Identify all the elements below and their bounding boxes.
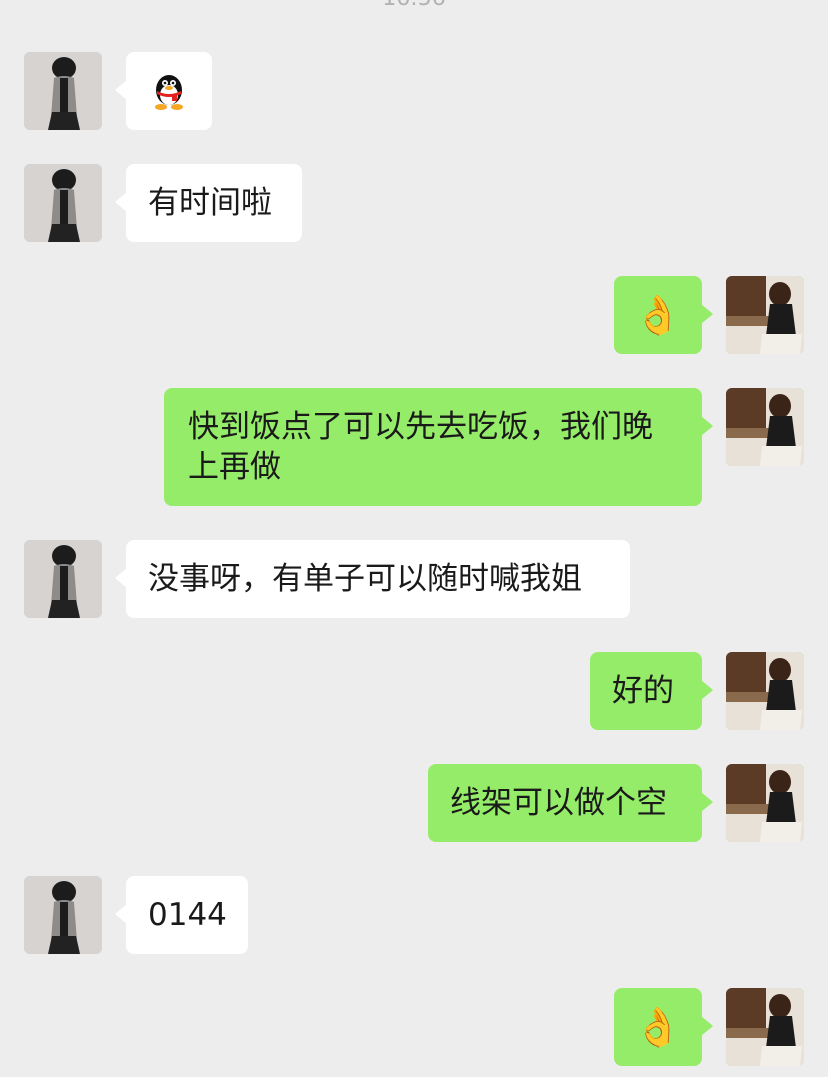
my-avatar[interactable] xyxy=(726,764,804,842)
my-avatar[interactable] xyxy=(726,652,804,730)
message-bubble[interactable]: 👌 xyxy=(614,276,713,354)
message-bubble[interactable]: 有时间啦 xyxy=(115,164,302,242)
message-text: 有时间啦 xyxy=(148,185,272,221)
message-bubble[interactable]: 👌 xyxy=(614,988,713,1066)
chat-timestamp: 16:56 xyxy=(0,0,828,11)
ok-hand-icon: 👌 xyxy=(634,1005,682,1049)
message-text: 0144 xyxy=(148,897,227,933)
qq-penguin-icon xyxy=(155,75,183,110)
my-avatar[interactable] xyxy=(726,276,804,354)
my-avatar[interactable] xyxy=(726,988,804,1066)
contact-avatar[interactable] xyxy=(24,540,102,618)
message-bubble[interactable]: 好的 xyxy=(590,652,713,730)
ok-hand-icon: 👌 xyxy=(634,293,682,337)
message-text: 线架可以做个空 xyxy=(450,785,667,821)
message-bubble[interactable]: 快到饭点了可以先去吃饭，我们晚上再做 xyxy=(164,388,713,506)
message-text: 好的 xyxy=(612,673,674,709)
contact-avatar[interactable] xyxy=(24,52,102,130)
message-bubble[interactable]: 没事呀，有单子可以随时喊我姐 xyxy=(115,540,630,618)
contact-avatar[interactable] xyxy=(24,164,102,242)
message-text: 没事呀，有单子可以随时喊我姐 xyxy=(148,561,582,597)
contact-avatar[interactable] xyxy=(24,876,102,954)
message-bubble[interactable]: 0144 xyxy=(115,876,248,954)
my-avatar[interactable] xyxy=(726,388,804,466)
message-bubble[interactable] xyxy=(115,52,212,130)
message-bubble[interactable]: 线架可以做个空 xyxy=(428,764,713,842)
message-text: 快到饭点了可以先去吃饭，我们晚上再做 xyxy=(188,409,653,485)
